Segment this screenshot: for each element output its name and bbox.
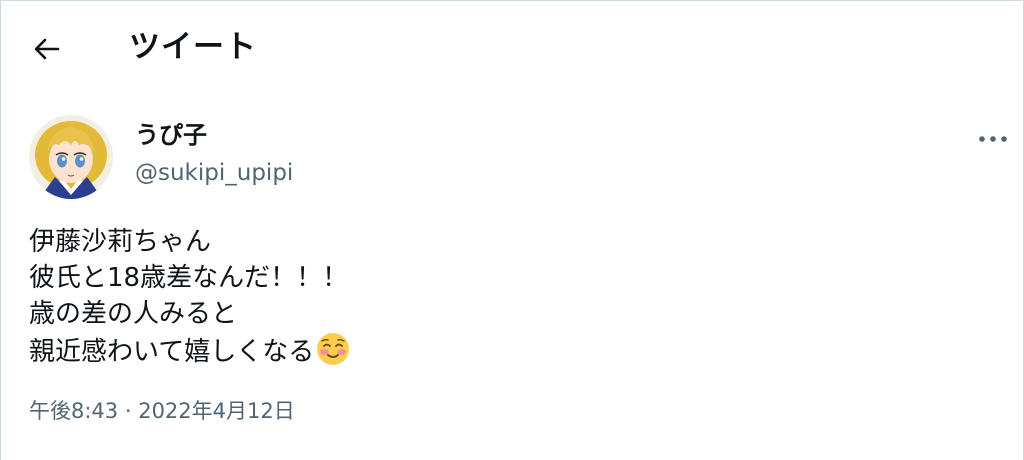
- tweet-line: 歳の差の人みると: [29, 299, 238, 329]
- tweet-line-with-emoji: 親近感わいて嬉しくなる: [29, 332, 989, 376]
- tweet-timestamp: 午後8:43 · 2022年4月12日: [29, 395, 295, 427]
- display-name[interactable]: うぴ子: [135, 119, 207, 151]
- anime-girl-avatar: [29, 115, 113, 199]
- tweet-date[interactable]: 2022年4月12日: [138, 399, 295, 423]
- tweet-line: 彼氏と18歳差なんだ！！！: [29, 263, 349, 293]
- tweet-line: 親近感わいて嬉しくなる: [29, 337, 315, 367]
- meta-separator: ·: [118, 399, 139, 423]
- smiling-face-with-blush-emoji: [316, 332, 350, 376]
- tweet-line: 伊藤沙莉ちゃん: [29, 227, 212, 257]
- arrow-left-icon: [34, 38, 60, 60]
- username[interactable]: @sukipi_upipi: [135, 158, 293, 188]
- more-horizontal-icon: [979, 136, 1007, 142]
- avatar[interactable]: [29, 115, 113, 199]
- more-button[interactable]: [973, 125, 1013, 153]
- page-title: ツイート: [129, 29, 257, 65]
- tweet-header: ツイート: [1, 1, 1023, 93]
- tweet-time[interactable]: 午後8:43: [29, 399, 118, 423]
- tweet-text: 伊藤沙莉ちゃん 彼氏と18歳差なんだ！！！ 歳の差の人みると 親近感わいて嬉しく…: [29, 224, 989, 376]
- back-button[interactable]: [27, 29, 67, 69]
